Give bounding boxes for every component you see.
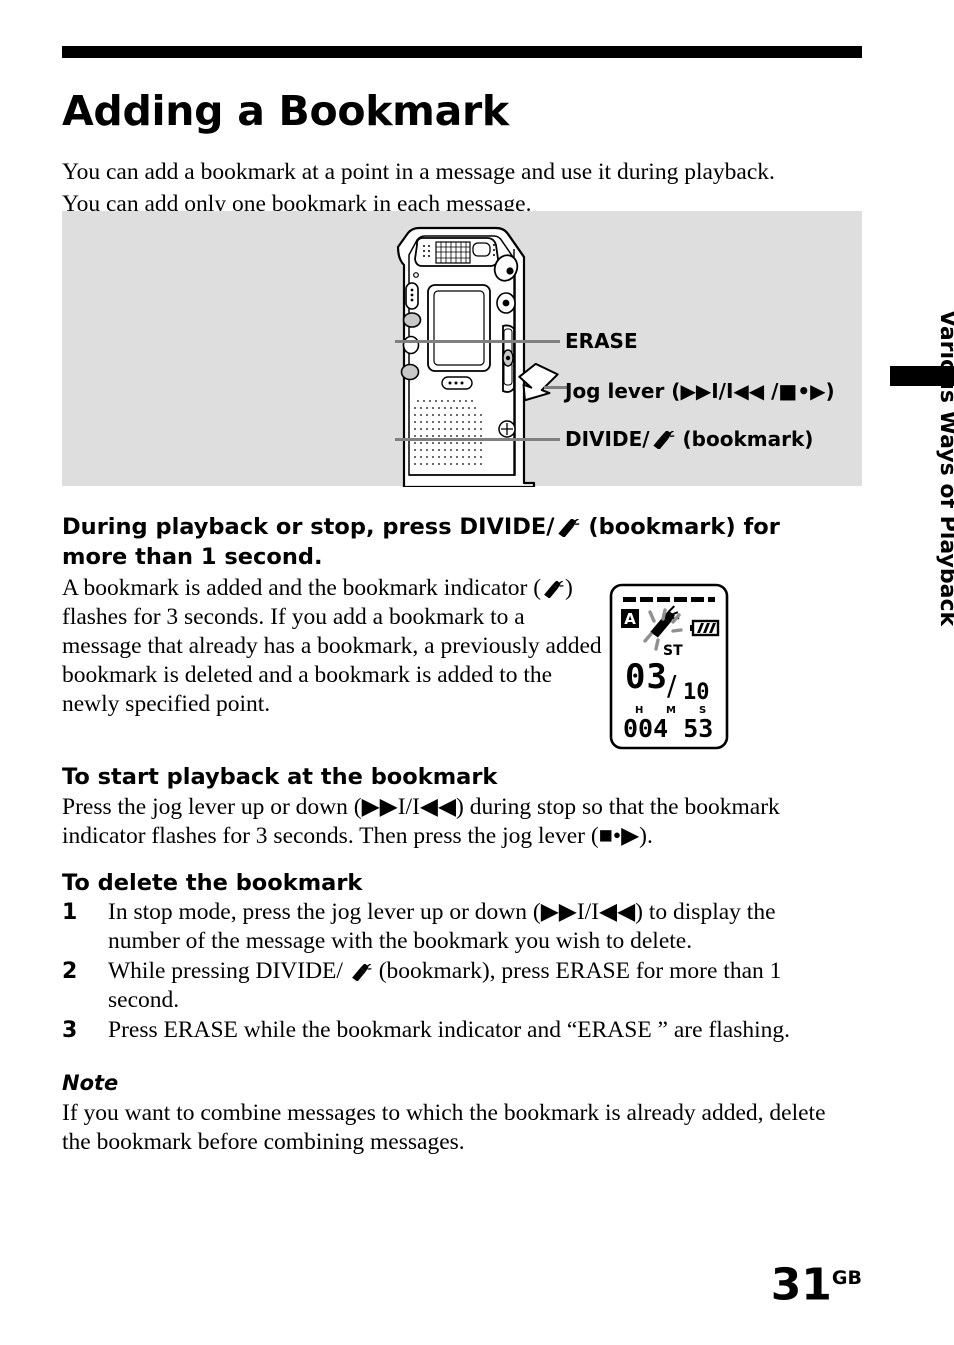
page-number-suffix: GB bbox=[831, 1267, 862, 1289]
delete-bookmark-steps: 1 In stop mode, press the jog lever up o… bbox=[62, 898, 852, 1046]
message-number-separator: / bbox=[667, 669, 677, 702]
list-item: 1 In stop mode, press the jog lever up o… bbox=[62, 898, 852, 956]
bookmark-icon bbox=[541, 581, 565, 598]
intro-paragraph: You can add a bookmark at a point in a m… bbox=[62, 158, 775, 217]
title-rule bbox=[62, 46, 862, 58]
step-text: Press ERASE while the bookmark indicator… bbox=[108, 1017, 791, 1043]
note-heading: Note bbox=[62, 1071, 119, 1095]
divide-leader-line bbox=[395, 438, 560, 441]
jog-lever-pointer-icon bbox=[514, 362, 570, 407]
section-heading-delete-bookmark: To delete the bookmark bbox=[62, 870, 363, 896]
callout-divide-prefix: DIVIDE/ bbox=[565, 427, 650, 451]
step-number: 2 bbox=[62, 959, 78, 984]
message-number-total: 10 bbox=[683, 680, 710, 705]
bookmark-icon bbox=[555, 519, 581, 537]
step-text: In stop mode, press the jog lever up or … bbox=[108, 899, 776, 954]
lcd-display-figure: A ST 03 / 10 H M S 004 53 bbox=[609, 583, 729, 750]
section-heading-start-playback: To start playback at the bookmark bbox=[62, 764, 498, 790]
page-title: Adding a Bookmark bbox=[62, 87, 509, 136]
bookmark-icon bbox=[650, 431, 676, 449]
side-tab-label: Various Ways of Playback bbox=[935, 310, 954, 627]
list-item: 2 While pressing DIVIDE/ (bookmark), pre… bbox=[62, 957, 852, 1015]
callout-jog-lever-label: Jog lever (▶▶I/I◀◀ /■•▶) bbox=[565, 379, 835, 403]
list-item: 3 Press ERASE while the bookmark indicat… bbox=[62, 1016, 852, 1045]
main-step-body: A bookmark is added and the bookmark ind… bbox=[62, 574, 602, 719]
elapsed-time-readout: 004 53 bbox=[623, 714, 713, 743]
message-number-current: 03 bbox=[625, 657, 668, 697]
note-body: If you want to combine messages to which… bbox=[62, 1100, 826, 1155]
step-body-line1a: A bookmark is added and the bookmark ind… bbox=[62, 575, 542, 601]
page-number-value: 31 bbox=[770, 1259, 832, 1311]
callout-divide-label: DIVIDE/ (bookmark) bbox=[565, 427, 813, 451]
callout-divide-suffix: (bookmark) bbox=[682, 427, 814, 451]
callout-erase-label: ERASE bbox=[565, 329, 638, 353]
step-text-before: While pressing DIVIDE/ bbox=[108, 958, 343, 984]
section-body-start-playback: Press the jog lever up or down (▶▶I/I◀◀)… bbox=[62, 794, 780, 849]
bookmark-icon bbox=[349, 964, 373, 981]
page-number: 31GB bbox=[771, 1256, 862, 1308]
step-number: 3 bbox=[62, 1018, 78, 1043]
svg-text:A: A bbox=[624, 610, 636, 628]
device-illustration-panel: ERASE Jog lever (▶▶I/I◀◀ /■•▶) DIVIDE/ (… bbox=[62, 211, 862, 487]
erase-leader-line bbox=[395, 340, 560, 343]
step-number: 1 bbox=[62, 900, 78, 925]
step-heading-part1: During playback or stop, press DIVIDE/ bbox=[62, 514, 555, 540]
main-step-heading: During playback or stop, press DIVIDE/ (… bbox=[62, 512, 837, 572]
callout-group: ERASE Jog lever (▶▶I/I◀◀ /■•▶) DIVIDE/ (… bbox=[62, 211, 862, 486]
